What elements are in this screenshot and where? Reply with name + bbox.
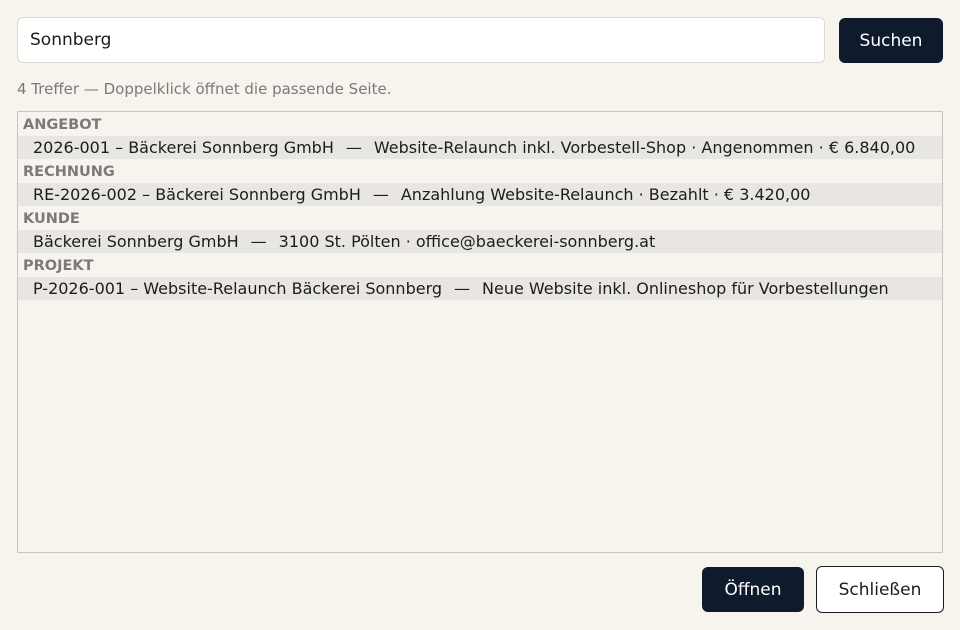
result-detail: 3100 St. Pölten · office@baeckerei-sonnb… xyxy=(278,232,656,251)
result-detail: Website-Relaunch inkl. Vorbestell-Shop ·… xyxy=(373,138,916,157)
result-detail: Neue Website inkl. Onlineshop für Vorbes… xyxy=(482,279,889,298)
result-separator: — xyxy=(372,185,389,204)
result-title: P-2026-001 – Website-Relaunch Bäckerei S… xyxy=(33,279,443,298)
result-separator: — xyxy=(454,279,471,298)
group-header-projekt: PROJEKT xyxy=(23,258,94,274)
result-separator: — xyxy=(345,138,362,157)
result-title: Bäckerei Sonnberg GmbH xyxy=(33,232,239,251)
group-header-kunde: KUNDE xyxy=(23,211,80,227)
result-row-rechnung[interactable]: RE-2026-002 – Bäckerei Sonnberg GmbH — Anz… xyxy=(18,183,942,206)
result-title: 2026-001 – Bäckerei Sonnberg GmbH xyxy=(33,138,334,157)
result-row-angebot[interactable]: 2026-001 – Bäckerei Sonnberg GmbH — Websit… xyxy=(18,136,942,159)
close-button[interactable]: Schließen xyxy=(816,566,944,613)
result-row-projekt[interactable]: P-2026-001 – Website-Relaunch Bäckerei S… xyxy=(18,277,942,300)
group-header-angebot: ANGEBOT xyxy=(23,117,102,133)
search-input[interactable] xyxy=(17,17,825,63)
search-button[interactable]: Suchen xyxy=(839,18,943,63)
results-list[interactable]: ANGEBOT 2026-001 – Bäckerei Sonnberg Gmb… xyxy=(17,111,943,553)
group-header-rechnung: RECHNUNG xyxy=(23,164,115,180)
result-detail: Anzahlung Website-Relaunch · Bezahlt · €… xyxy=(400,185,811,204)
open-button[interactable]: Öffnen xyxy=(702,567,804,612)
result-separator: — xyxy=(250,232,267,251)
result-title: RE-2026-002 – Bäckerei Sonnberg GmbH xyxy=(33,185,361,204)
result-row-kunde[interactable]: Bäckerei Sonnberg GmbH — 3100 St. Pölten ·… xyxy=(18,230,942,253)
result-count-hint: 4 Treffer — Doppelklick öffnet die passe… xyxy=(17,80,392,98)
